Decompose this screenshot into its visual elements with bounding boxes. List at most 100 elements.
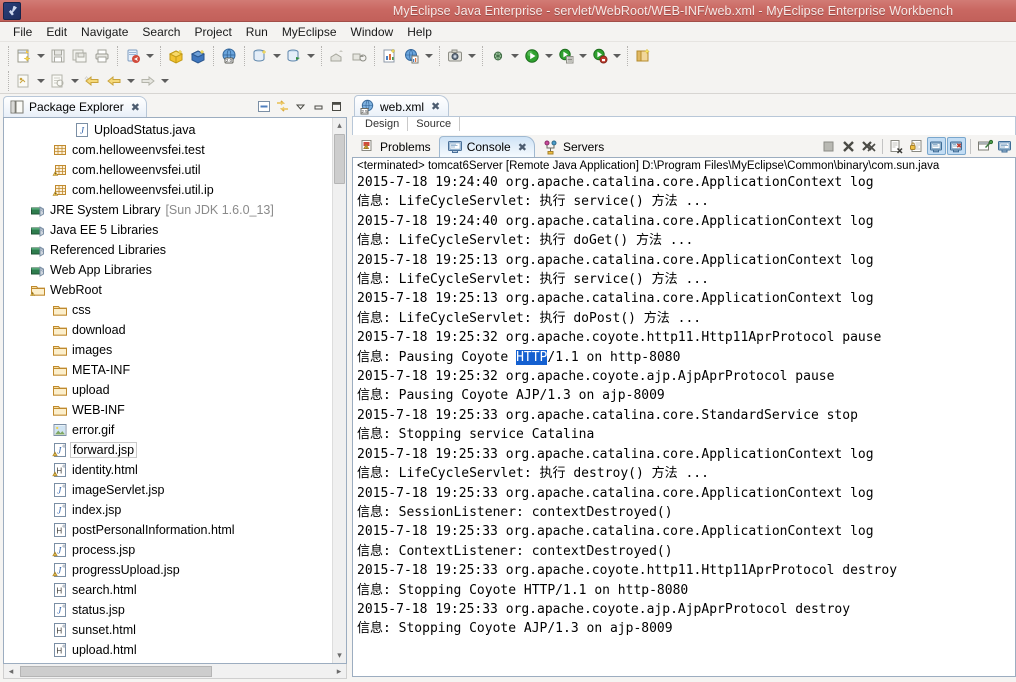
back-dropdown[interactable] (125, 70, 137, 92)
tree-item[interactable]: Jprocess.jsp (4, 540, 332, 560)
open-db-browser-button[interactable] (283, 45, 305, 67)
scrollbar-thumb[interactable] (20, 665, 212, 677)
pin-console-button[interactable] (975, 137, 994, 155)
scroll-left-button[interactable]: ◂ (4, 666, 18, 677)
editor-content[interactable]: Design Source (352, 117, 1016, 135)
tree-item[interactable]: Hupload.html (4, 640, 332, 660)
open-perspective-button[interactable] (632, 45, 654, 67)
show-console-on-error-button[interactable] (947, 137, 966, 155)
tree-item[interactable]: com.helloweenvsfei.util (4, 160, 332, 180)
tree-item[interactable]: com.helloweenvsfei.test (4, 140, 332, 160)
debug-button[interactable] (487, 45, 509, 67)
open-type-button[interactable] (13, 70, 35, 92)
snapshot-button[interactable] (444, 45, 466, 67)
debug-dropdown[interactable] (509, 45, 521, 67)
show-console-on-output-button[interactable] (927, 137, 946, 155)
tree-item[interactable]: JimageServlet.jsp (4, 480, 332, 500)
web-report-dropdown[interactable] (423, 45, 435, 67)
print-button[interactable] (91, 45, 113, 67)
tree-item[interactable]: Hsearch.html (4, 580, 332, 600)
remove-all-terminated-button[interactable] (859, 137, 878, 155)
forward-dropdown[interactable] (159, 70, 171, 92)
run-server-button[interactable] (589, 45, 611, 67)
web-report-button[interactable] (401, 45, 423, 67)
menu-navigate[interactable]: Navigate (74, 23, 135, 41)
scroll-lock-button[interactable] (907, 137, 926, 155)
scroll-down-button[interactable]: ▾ (333, 648, 346, 663)
menu-search[interactable]: Search (135, 23, 187, 41)
remove-launch-button[interactable] (839, 137, 858, 155)
back-button[interactable] (103, 70, 125, 92)
tree-item[interactable]: upload (4, 380, 332, 400)
tab-servers[interactable]: Servers (535, 136, 612, 157)
tab-problems[interactable]: Problems (352, 136, 439, 157)
new-package-button[interactable] (165, 45, 187, 67)
tab-console[interactable]: Console ✖ (438, 136, 535, 157)
new-deployment-dropdown[interactable] (144, 45, 156, 67)
tree-item[interactable]: JRE System Library [Sun JDK 1.6.0_13] (4, 200, 332, 220)
tree-item[interactable]: Web App Libraries (4, 260, 332, 280)
console-text-selection[interactable]: HTTP (516, 349, 548, 365)
tab-source[interactable]: Source (408, 117, 461, 131)
tree-item[interactable]: JprogressUpload.jsp (4, 560, 332, 580)
tab-package-explorer[interactable]: Package Explorer ✖ (3, 96, 147, 117)
tree-item[interactable]: Jforward.jsp (4, 440, 332, 460)
clear-console-button[interactable] (887, 137, 906, 155)
terminate-button[interactable] (819, 137, 838, 155)
new-deployment-button[interactable] (122, 45, 144, 67)
close-icon[interactable]: ✖ (431, 101, 440, 112)
forward-button[interactable] (137, 70, 159, 92)
open-type-dropdown[interactable] (35, 70, 47, 92)
tree-item[interactable]: download (4, 320, 332, 340)
snapshot-dropdown[interactable] (466, 45, 478, 67)
new-wizard-dropdown[interactable] (35, 45, 47, 67)
menu-run[interactable]: Run (239, 23, 275, 41)
web-browser-button[interactable]: 2.0 (218, 45, 240, 67)
tree-item[interactable]: com.helloweenvsfei.util.ip (4, 180, 332, 200)
tab-design[interactable]: Design (357, 117, 409, 131)
menu-help[interactable]: Help (400, 23, 439, 41)
export-button[interactable] (326, 45, 348, 67)
chevron-down-icon[interactable] (292, 99, 308, 114)
tree-item[interactable]: Java EE 5 Libraries (4, 220, 332, 240)
import-button[interactable] (348, 45, 370, 67)
new-class-button[interactable] (187, 45, 209, 67)
open-db-browser-dropdown[interactable] (305, 45, 317, 67)
new-wizard-button[interactable] (13, 45, 35, 67)
tree-item[interactable]: Jstatus.jsp (4, 600, 332, 620)
run-history-dropdown[interactable] (577, 45, 589, 67)
console-output[interactable]: <terminated> tomcat6Server [Remote Java … (352, 157, 1016, 677)
new-db-connection-dropdown[interactable] (271, 45, 283, 67)
menu-myeclipse[interactable]: MyEclipse (275, 23, 344, 41)
tab-web-xml[interactable]: 2.5 web.xml ✖ (354, 95, 450, 117)
scroll-up-button[interactable]: ▴ (333, 118, 346, 133)
tree-item[interactable]: Jindex.jsp (4, 500, 332, 520)
menu-file[interactable]: File (6, 23, 39, 41)
display-selected-console-button[interactable] (995, 137, 1014, 155)
scroll-right-button[interactable]: ▸ (332, 666, 346, 677)
new-db-connection-button[interactable] (249, 45, 271, 67)
tree-item[interactable]: J UploadStatus.java (4, 120, 332, 140)
tree-item[interactable]: WEB-INF (4, 400, 332, 420)
save-button[interactable] (47, 45, 69, 67)
run-button[interactable] (521, 45, 543, 67)
tree-item[interactable]: images (4, 340, 332, 360)
link-editor-icon[interactable] (274, 99, 290, 114)
save-all-button[interactable] (69, 45, 91, 67)
search-button[interactable] (47, 70, 69, 92)
run-server-dropdown[interactable] (611, 45, 623, 67)
run-history-button[interactable] (555, 45, 577, 67)
tree-item[interactable]: Referenced Libraries (4, 240, 332, 260)
scrollbar-thumb[interactable] (334, 134, 345, 184)
run-dropdown[interactable] (543, 45, 555, 67)
next-annotation-button[interactable] (81, 70, 103, 92)
tree-vertical-scrollbar[interactable]: ▴ ▾ (332, 118, 346, 663)
close-icon[interactable]: ✖ (131, 102, 140, 113)
package-explorer-tree[interactable]: J UploadStatus.java com.helloweenvsfei.tes… (3, 117, 347, 664)
maximize-icon[interactable] (328, 99, 344, 114)
close-icon[interactable]: ✖ (518, 142, 527, 153)
minimize-icon[interactable] (310, 99, 326, 114)
tree-item[interactable]: error.gif (4, 420, 332, 440)
tree-item[interactable]: Hidentity.html (4, 460, 332, 480)
menu-window[interactable]: Window (344, 23, 401, 41)
